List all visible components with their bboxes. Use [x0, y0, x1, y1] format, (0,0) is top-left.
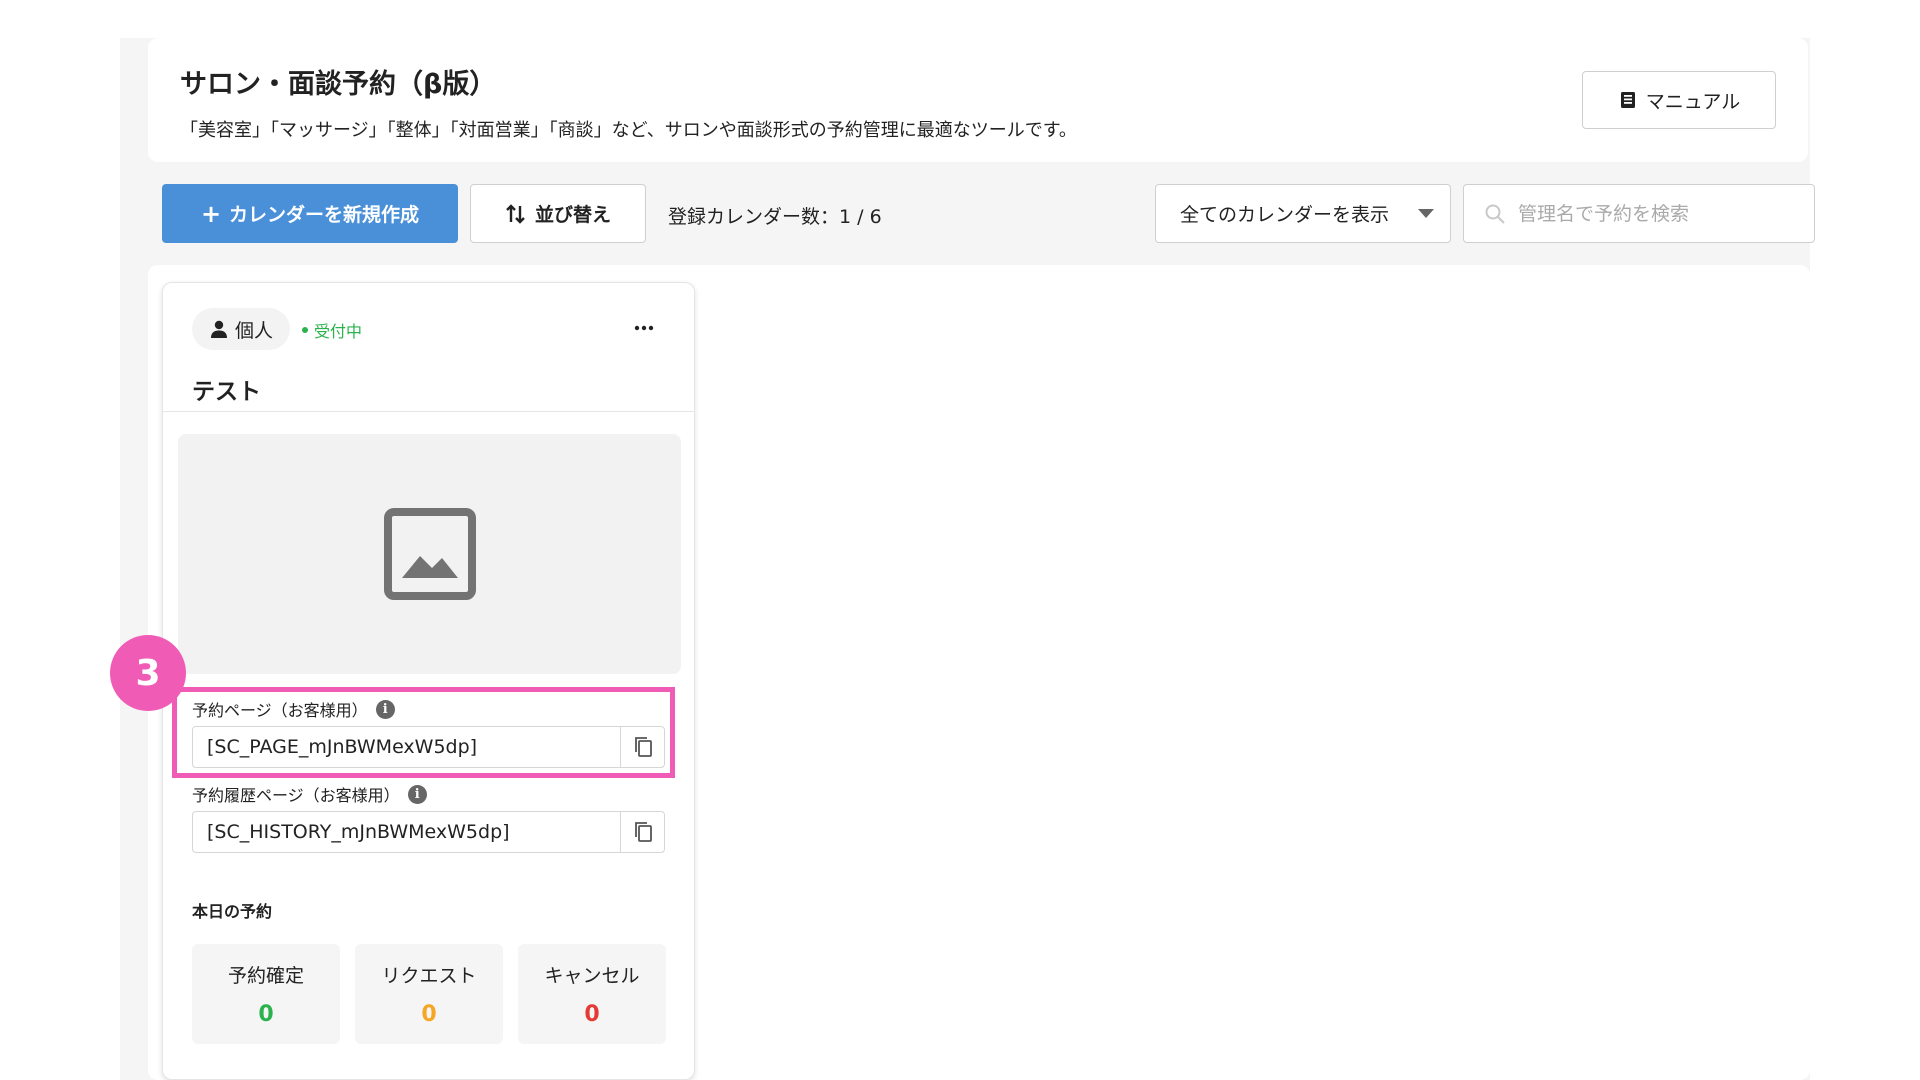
- calendar-count: 登録カレンダー数：1 / 6: [668, 206, 882, 228]
- page-title: サロン・面談予約（β版）: [180, 69, 497, 100]
- stat-cancel[interactable]: キャンセル 0: [518, 944, 666, 1044]
- today-reservations-label: 本日の予約: [192, 902, 273, 921]
- person-icon: [210, 320, 227, 338]
- more-options-button[interactable]: [626, 310, 662, 346]
- stat-value: 0: [258, 1002, 274, 1027]
- info-icon[interactable]: i: [407, 784, 427, 804]
- sort-button[interactable]: 並び替え: [470, 184, 646, 243]
- info-icon[interactable]: i: [375, 699, 395, 719]
- history-page-label: 予約履歴ページ（お客様用）: [192, 786, 400, 805]
- booking-page-url[interactable]: [SC_PAGE_mJnBWMexW5dp]: [193, 736, 620, 758]
- create-calendar-label: カレンダーを新規作成: [229, 204, 420, 226]
- step-number-badge: 3: [110, 635, 186, 711]
- more-horizontal-icon: [634, 325, 654, 331]
- calendar-type-label: 個人: [234, 319, 273, 342]
- calendar-name: テスト: [192, 379, 261, 405]
- stat-value: 0: [584, 1002, 600, 1027]
- history-page-url[interactable]: [SC_HISTORY_mJnBWMexW5dp]: [193, 821, 620, 843]
- status-dot-icon: [302, 327, 308, 333]
- stat-label: リクエスト: [381, 965, 477, 987]
- stat-confirmed[interactable]: 予約確定 0: [192, 944, 340, 1044]
- filter-selected-value: 全てのカレンダーを表示: [1180, 204, 1390, 226]
- calendar-type-chip: 個人: [192, 308, 290, 350]
- calendar-filter-select[interactable]: 全てのカレンダーを表示: [1155, 184, 1451, 243]
- manual-button[interactable]: マニュアル: [1582, 71, 1776, 129]
- copy-icon: [634, 822, 652, 842]
- sort-icon: [506, 203, 525, 224]
- page-description: 「美容室」「マッサージ」「整体」「対面営業」「商談」など、サロンや面談形式の予約…: [180, 120, 1077, 141]
- card-divider: [163, 411, 694, 412]
- history-page-url-field: [SC_HISTORY_mJnBWMexW5dp]: [192, 811, 665, 853]
- search-icon: [1485, 204, 1505, 224]
- create-calendar-button[interactable]: + カレンダーを新規作成: [162, 184, 458, 243]
- history-page-label-row: 予約履歴ページ（お客様用） i: [192, 782, 427, 806]
- status-label: 受付中: [314, 322, 363, 341]
- booking-page-label-row: 予約ページ（お客様用） i: [192, 697, 395, 721]
- status-badge: 受付中: [302, 318, 362, 342]
- copy-icon: [634, 737, 652, 757]
- image-placeholder-icon: [383, 508, 476, 600]
- calendar-thumbnail: [178, 434, 681, 674]
- search-input[interactable]: [1518, 202, 1788, 225]
- copy-history-url-button[interactable]: [620, 812, 664, 852]
- booking-page-url-field: [SC_PAGE_mJnBWMexW5dp]: [192, 726, 665, 768]
- stat-label: 予約確定: [227, 965, 304, 987]
- manual-button-label: マニュアル: [1645, 90, 1741, 113]
- search-box: [1463, 184, 1815, 243]
- sort-button-label: 並び替え: [534, 204, 611, 226]
- caret-down-icon: [1418, 209, 1434, 218]
- stat-value: 0: [421, 1002, 437, 1027]
- plus-icon: +: [200, 199, 222, 228]
- stat-request[interactable]: リクエスト 0: [355, 944, 503, 1044]
- booking-page-label: 予約ページ（お客様用）: [192, 701, 368, 720]
- book-icon: [1620, 92, 1635, 108]
- stat-label: キャンセル: [544, 965, 640, 987]
- copy-booking-url-button[interactable]: [620, 727, 664, 767]
